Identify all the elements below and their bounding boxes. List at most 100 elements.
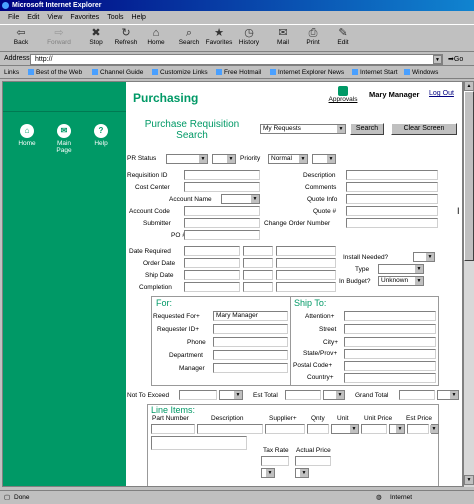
home-button[interactable]: ⌂ Home — [144, 27, 168, 51]
city-input[interactable] — [344, 337, 436, 347]
quote-info-input[interactable] — [346, 194, 438, 204]
sidebar-item-home[interactable]: ⌂ Home — [15, 124, 39, 147]
refresh-button[interactable]: ↻ Refresh — [112, 27, 140, 51]
order-date-input-3[interactable] — [276, 258, 336, 268]
address-input[interactable]: http:// ▼ — [30, 54, 443, 65]
menu-favorites[interactable]: Favorites — [70, 14, 99, 21]
attention-input[interactable] — [344, 311, 436, 321]
stop-button[interactable]: ✖ Stop — [84, 27, 108, 51]
link-free-hotmail[interactable]: Free Hotmail — [216, 69, 261, 76]
quote-number-input[interactable] — [346, 206, 438, 216]
tax-rate-select[interactable] — [261, 468, 275, 478]
est-total-currency-select[interactable] — [323, 390, 345, 400]
requester-id-input[interactable] — [213, 324, 288, 334]
street-input[interactable] — [344, 324, 436, 334]
manager-input[interactable] — [213, 363, 288, 373]
edit-button[interactable]: ✎ Edit — [332, 27, 354, 51]
scope-select[interactable]: My Requests — [260, 124, 346, 134]
account-code-input[interactable] — [184, 206, 260, 216]
sidebar-item-main-page[interactable]: ✉ Main Page — [51, 124, 77, 154]
vertical-scrollbar[interactable]: ▲ ▼ — [463, 81, 474, 487]
est-price-currency-select[interactable] — [430, 424, 439, 434]
back-button[interactable]: ⇦ Back — [8, 27, 34, 51]
favorites-button[interactable]: ★ Favorites — [204, 27, 234, 51]
unit-price-currency-select[interactable] — [389, 424, 405, 434]
scroll-down-icon[interactable]: ▼ — [464, 475, 474, 485]
est-total-input[interactable] — [285, 390, 321, 400]
state-prov-input[interactable] — [344, 349, 436, 359]
link-channel-guide[interactable]: Channel Guide — [92, 69, 143, 76]
actual-price-currency-select[interactable] — [295, 468, 309, 478]
unit-select[interactable] — [331, 424, 359, 434]
link-ie-news[interactable]: Internet Explorer News — [270, 69, 344, 76]
scroll-up-icon[interactable]: ▲ — [464, 81, 474, 91]
completion-input-2[interactable] — [243, 282, 273, 292]
search-submit-button[interactable]: Search — [350, 123, 384, 135]
not-to-exceed-input[interactable] — [179, 390, 217, 400]
line-description-input[interactable] — [197, 424, 263, 434]
grand-total-currency-select[interactable] — [437, 390, 459, 400]
submitter-input[interactable] — [184, 218, 260, 228]
actual-price-input[interactable] — [295, 456, 331, 466]
go-button[interactable]: ➡Go — [448, 55, 463, 63]
mail-button[interactable]: ✉ Mail — [272, 27, 294, 51]
requested-for-input[interactable]: Mary Manager — [213, 311, 288, 321]
date-required-input-2[interactable] — [243, 246, 273, 256]
pr-status-select[interactable] — [166, 154, 208, 164]
type-select[interactable] — [378, 264, 424, 274]
grand-total-input[interactable] — [399, 390, 435, 400]
chevron-down-icon[interactable]: ▼ — [433, 55, 442, 64]
pr-status-select-2[interactable] — [212, 154, 236, 164]
tax-rate-input[interactable] — [261, 456, 289, 466]
qnty-input[interactable] — [307, 424, 329, 434]
ship-date-input[interactable] — [184, 270, 240, 280]
change-order-input[interactable] — [346, 218, 438, 228]
approvals-link[interactable]: Approvals — [325, 86, 361, 103]
clear-screen-button[interactable]: Clear Screen — [391, 123, 457, 135]
priority-select-2[interactable] — [312, 154, 336, 164]
date-required-input-3[interactable] — [276, 246, 336, 256]
account-name-select[interactable] — [221, 194, 260, 204]
requisition-id-input[interactable] — [184, 170, 260, 180]
menu-edit[interactable]: Edit — [27, 14, 39, 21]
comments-input[interactable] — [346, 182, 438, 192]
ship-date-input-3[interactable] — [276, 270, 336, 280]
menu-file[interactable]: File — [8, 14, 19, 21]
link-internet-start[interactable]: Internet Start — [352, 69, 398, 76]
completion-input[interactable] — [184, 282, 240, 292]
priority-select[interactable]: Normal — [268, 154, 308, 164]
postal-code-input[interactable] — [344, 361, 436, 371]
supplier-input[interactable] — [265, 424, 305, 434]
scroll-thumb[interactable] — [464, 91, 474, 261]
print-button[interactable]: ⎙ Print — [302, 27, 324, 51]
phone-input[interactable] — [213, 337, 288, 347]
install-needed-select[interactable] — [413, 252, 435, 262]
link-windows[interactable]: Windows — [404, 69, 438, 76]
part-number-input[interactable] — [151, 424, 195, 434]
search-button[interactable]: ⌕ Search — [176, 27, 202, 51]
po-number-input[interactable] — [184, 230, 260, 240]
menu-help[interactable]: Help — [132, 14, 146, 21]
date-required-input[interactable] — [184, 246, 240, 256]
in-budget-select[interactable]: Unknown — [378, 276, 424, 286]
link-best-of-web[interactable]: Best of the Web — [28, 69, 82, 76]
menu-view[interactable]: View — [47, 14, 62, 21]
not-to-exceed-currency-select[interactable] — [219, 390, 243, 400]
menu-tools[interactable]: Tools — [107, 14, 123, 21]
country-input[interactable] — [344, 373, 436, 383]
forward-button[interactable]: ⇨ Forward — [44, 27, 74, 51]
completion-input-3[interactable] — [276, 282, 336, 292]
line-notes-input[interactable] — [151, 436, 247, 450]
link-customize-links[interactable]: Customize Links — [152, 69, 208, 76]
unit-price-input[interactable] — [361, 424, 387, 434]
order-date-input-2[interactable] — [243, 258, 273, 268]
est-price-input[interactable] — [407, 424, 429, 434]
department-input[interactable] — [213, 350, 288, 360]
logout-link[interactable]: Log Out — [429, 90, 454, 97]
history-button[interactable]: ◷ History — [236, 27, 262, 51]
description-input[interactable] — [346, 170, 438, 180]
sidebar-item-help[interactable]: ? Help — [89, 124, 113, 147]
cost-center-input[interactable] — [184, 182, 260, 192]
order-date-input[interactable] — [184, 258, 240, 268]
ship-date-input-2[interactable] — [243, 270, 273, 280]
